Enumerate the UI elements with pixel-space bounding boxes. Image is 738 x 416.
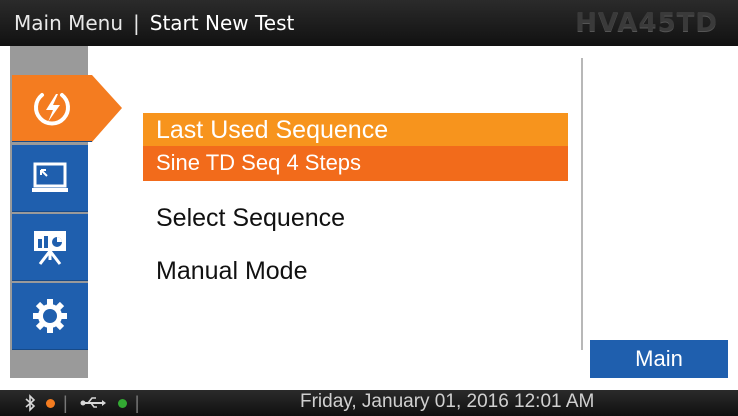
presentation-chart-icon [30, 227, 70, 267]
main-button[interactable]: Main [590, 340, 728, 378]
usb-icon [80, 396, 106, 410]
model-name: HVA45TD [575, 8, 718, 38]
sidebar-tab-screen[interactable] [12, 145, 88, 212]
status-datetime: Friday, January 01, 2016 12:01 AM [300, 391, 595, 412]
bluetooth-icon [24, 394, 36, 412]
last-used-sequence-item[interactable]: Last Used Sequence [143, 113, 568, 146]
last-used-sequence-title: Last Used Sequence [156, 116, 389, 144]
sidebar-tab-reports[interactable] [12, 214, 88, 281]
status-bar: | | Friday, January 01, 2016 12:01 AM [0, 390, 738, 416]
breadcrumb-separator: | [133, 11, 140, 35]
page-title: Start New Test [149, 11, 295, 35]
select-sequence-item[interactable]: Select Sequence [156, 204, 345, 233]
usb-status-led [117, 398, 127, 408]
status-separator: | [134, 392, 140, 413]
last-used-sequence-value-row[interactable]: Sine TD Seq 4 Steps [143, 146, 568, 181]
last-used-sequence-value: Sine TD Seq 4 Steps [156, 150, 362, 175]
title-bar: Main Menu | Start New Test HVA45TD [0, 0, 738, 46]
breadcrumb-root[interactable]: Main Menu [14, 11, 123, 35]
manual-mode-item[interactable]: Manual Mode [156, 257, 307, 286]
gear-icon [30, 296, 70, 336]
sidebar-tab-settings[interactable] [12, 283, 88, 350]
content-divider [581, 58, 583, 350]
lightning-icon [30, 86, 74, 130]
bluetooth-status-led [46, 398, 55, 408]
status-separator: | [63, 392, 68, 413]
monitor-icon [30, 158, 70, 198]
sidebar-tab-test[interactable] [12, 75, 122, 142]
